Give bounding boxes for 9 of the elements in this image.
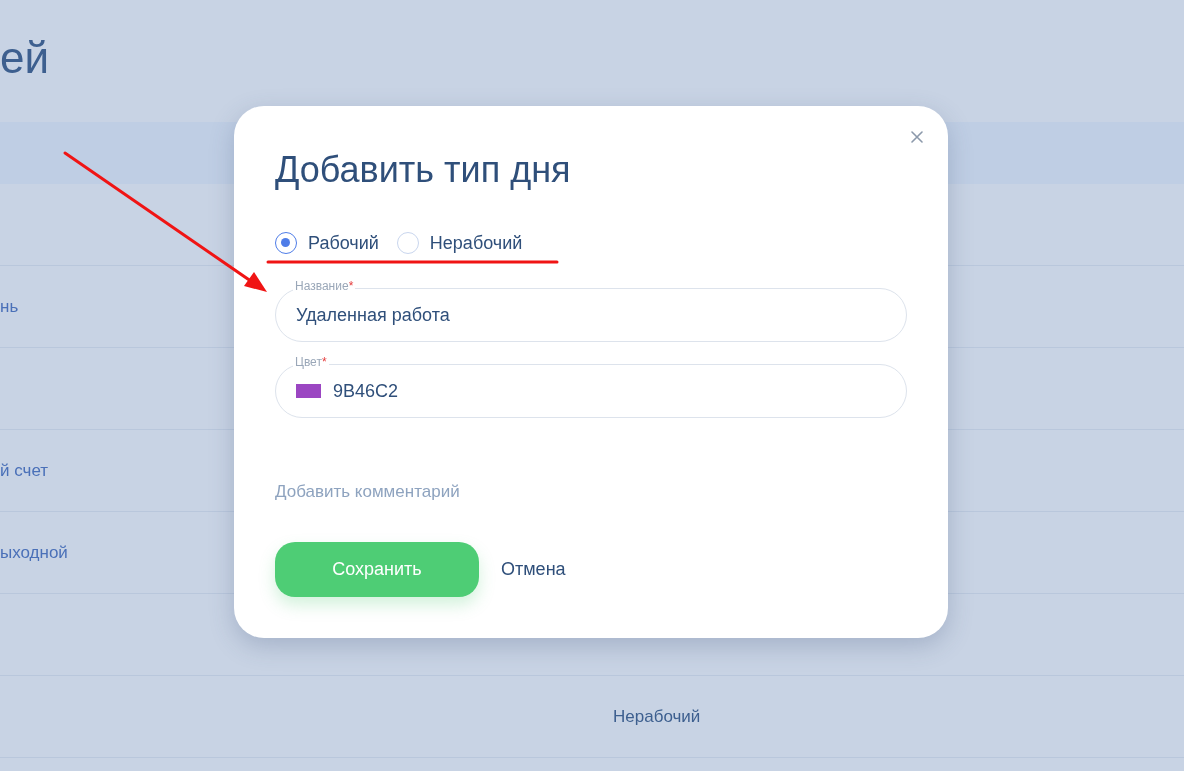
- page-title: ей: [0, 33, 50, 83]
- table-cell: Нерабочий: [613, 706, 701, 726]
- radio-label[interactable]: Рабочий: [308, 232, 379, 254]
- field-value: Удаленная работа: [296, 304, 450, 326]
- dialog-title: Добавить тип дня: [275, 148, 572, 192]
- field-value: 9B46C2: [333, 380, 399, 402]
- close-button[interactable]: [910, 130, 924, 144]
- cancel-button[interactable]: Отмена: [499, 557, 568, 582]
- radio-label[interactable]: Нерабочий: [429, 232, 523, 254]
